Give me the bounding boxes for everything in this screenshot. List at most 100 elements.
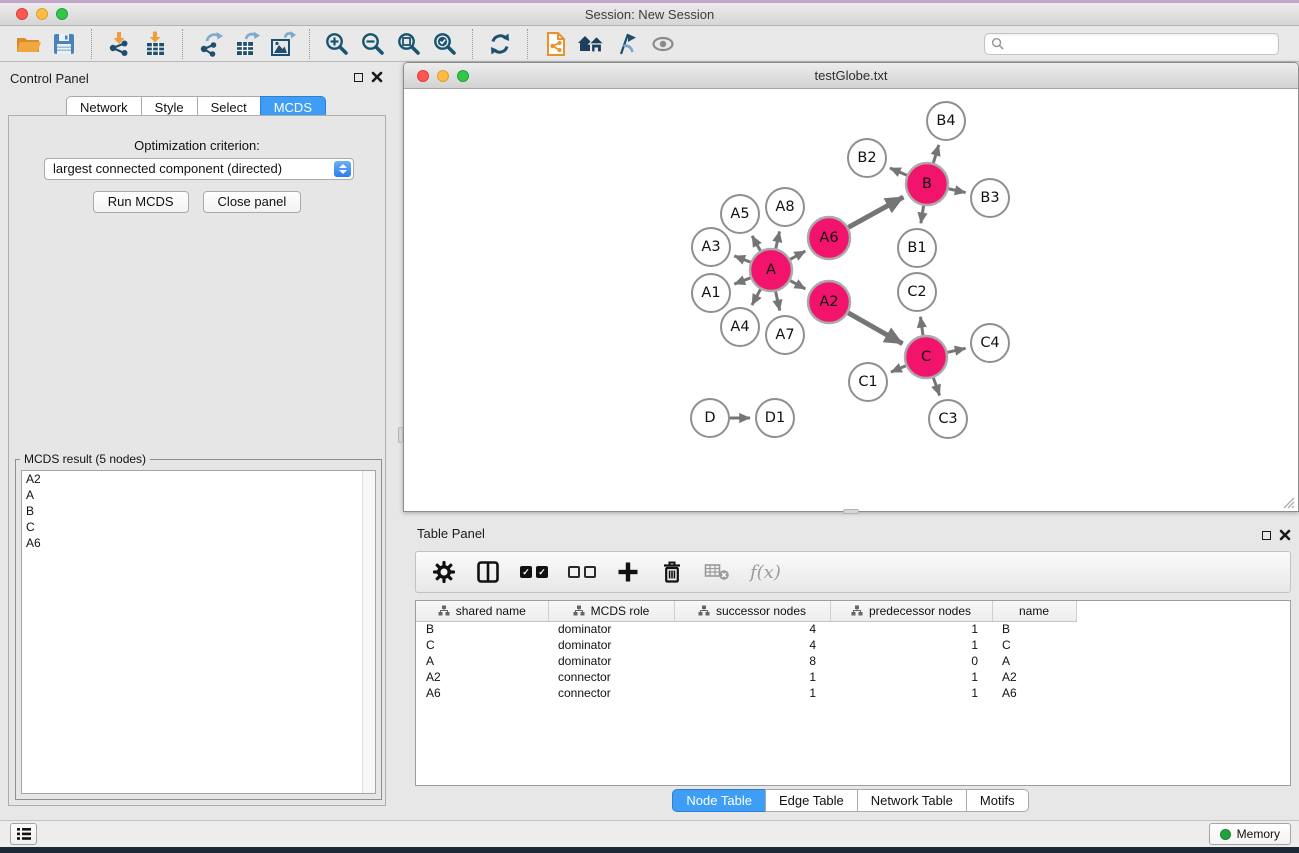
tab-network-table[interactable]: Network Table (857, 789, 967, 812)
export-image-icon[interactable] (264, 28, 300, 60)
node-C[interactable]: C (905, 336, 947, 378)
maximize-window-icon[interactable] (56, 8, 68, 20)
edge-A2-C[interactable] (848, 313, 902, 344)
edge-C-C1[interactable] (891, 366, 906, 372)
edge-B-B1[interactable] (921, 206, 924, 224)
network-pane-bottom-grip[interactable] (843, 509, 859, 514)
result-item-a[interactable]: A (22, 487, 375, 503)
node-A3[interactable]: A3 (692, 228, 730, 266)
apply-layout-icon[interactable] (482, 28, 518, 60)
graphics-details-icon[interactable] (609, 28, 645, 60)
result-item-c[interactable]: C (22, 519, 375, 535)
float-table-panel-icon[interactable] (1262, 531, 1271, 540)
deselect-all-columns-icon[interactable] (568, 559, 596, 585)
tab-motifs[interactable]: Motifs (966, 789, 1029, 812)
node-A1[interactable]: A1 (692, 274, 730, 312)
table-row-a2[interactable]: A2connector11A2 (416, 669, 1290, 685)
edge-B-B4[interactable] (933, 145, 938, 163)
node-A2[interactable]: A2 (808, 281, 850, 323)
search-input[interactable] (1004, 35, 1272, 53)
edge-C-C4[interactable] (947, 348, 965, 352)
table-row-a6[interactable]: A6connector11A6 (416, 685, 1290, 701)
node-B3[interactable]: B3 (971, 179, 1009, 217)
column-header-successor-nodes[interactable]: successor nodes (674, 601, 830, 621)
node-C2[interactable]: C2 (898, 273, 936, 311)
result-list-scrollbar[interactable] (362, 471, 375, 793)
memory-button[interactable]: Memory (1209, 823, 1291, 845)
result-item-b[interactable]: B (22, 503, 375, 519)
node-A8[interactable]: A8 (766, 188, 804, 226)
close-panel-button[interactable]: Close panel (203, 191, 302, 213)
column-header-mcds-role[interactable]: MCDS role (548, 601, 674, 621)
zoom-selected-icon[interactable] (427, 28, 463, 60)
import-table-icon[interactable] (137, 28, 173, 60)
column-header-predecessor-nodes[interactable]: predecessor nodes (830, 601, 992, 621)
import-network-icon[interactable] (101, 28, 137, 60)
node-B2[interactable]: B2 (848, 139, 886, 177)
result-item-a6[interactable]: A6 (22, 535, 375, 551)
edge-A-A4[interactable] (752, 289, 761, 305)
run-mcds-button[interactable]: Run MCDS (93, 191, 189, 213)
zoom-in-icon[interactable] (319, 28, 355, 60)
close-panel-icon[interactable] (371, 71, 383, 83)
float-panel-icon[interactable] (354, 73, 363, 82)
column-header-name[interactable]: name (992, 601, 1076, 621)
open-session-icon[interactable] (10, 28, 46, 60)
table-row-c[interactable]: Cdominator41C (416, 637, 1290, 653)
close-table-panel-icon[interactable] (1279, 529, 1291, 541)
edge-A6-B[interactable] (848, 197, 903, 227)
tab-node-table[interactable]: Node Table (672, 789, 766, 812)
zoom-out-icon[interactable] (355, 28, 391, 60)
node-A4[interactable]: A4 (721, 308, 759, 346)
export-table-icon[interactable] (228, 28, 264, 60)
column-header-shared-name[interactable]: shared name (416, 601, 548, 621)
table-row-b[interactable]: Bdominator41B (416, 621, 1290, 637)
node-C3[interactable]: C3 (929, 400, 967, 438)
table-row-a[interactable]: Adominator80A (416, 653, 1290, 669)
add-column-icon[interactable] (616, 559, 640, 585)
close-window-icon[interactable] (16, 8, 28, 20)
network-pane-left-grip[interactable] (398, 427, 403, 443)
node-B4[interactable]: B4 (927, 102, 965, 140)
home-icon[interactable] (573, 28, 609, 60)
node-D[interactable]: D (691, 399, 729, 437)
edge-A-A1[interactable] (734, 278, 750, 284)
result-item-a2[interactable]: A2 (22, 471, 375, 487)
edge-C-C3[interactable] (933, 378, 939, 396)
node-A5[interactable]: A5 (721, 195, 759, 233)
network-canvas[interactable]: B4B2BB3A8A5A6A3B1AA1C2A2A4A7C4CC1C3DD1 (405, 90, 1297, 511)
edge-C-C2[interactable] (920, 317, 923, 335)
edge-A-A5[interactable] (752, 236, 760, 251)
node-B[interactable]: B (906, 163, 948, 205)
node-C1[interactable]: C1 (849, 363, 887, 401)
zoom-fit-icon[interactable] (391, 28, 427, 60)
network-from-document-icon[interactable] (537, 28, 573, 60)
node-A[interactable]: A (750, 249, 792, 291)
minimize-window-icon[interactable] (36, 8, 48, 20)
maximize-network-window-icon[interactable] (457, 70, 469, 82)
edge-A-A3[interactable] (734, 256, 750, 262)
select-all-columns-icon[interactable]: ✓ ✓ (520, 559, 548, 585)
minimize-network-window-icon[interactable] (437, 70, 449, 82)
search-field[interactable] (984, 33, 1279, 55)
criterion-dropdown[interactable]: largest connected component (directed) (44, 158, 354, 180)
tab-edge-table[interactable]: Edge Table (765, 789, 858, 812)
node-A6[interactable]: A6 (808, 217, 850, 259)
window-resize-grip[interactable] (1281, 495, 1295, 509)
function-builder-icon[interactable]: f(x) (750, 559, 781, 585)
edge-A-A7[interactable] (776, 292, 780, 311)
edge-A-A6[interactable] (790, 251, 805, 259)
node-B1[interactable]: B1 (898, 229, 936, 267)
column-layout-icon[interactable] (476, 559, 500, 585)
task-history-button[interactable] (10, 823, 37, 845)
delete-table-icon[interactable] (704, 559, 730, 585)
settings-gear-icon[interactable] (432, 559, 456, 585)
node-A7[interactable]: A7 (766, 316, 804, 354)
edge-B-B2[interactable] (890, 168, 907, 175)
network-window-titlebar[interactable]: testGlobe.txt (404, 63, 1298, 89)
export-network-icon[interactable] (192, 28, 228, 60)
edge-B-B3[interactable] (948, 189, 965, 193)
save-session-icon[interactable] (46, 28, 82, 60)
delete-column-icon[interactable] (660, 559, 684, 585)
show-hide-details-eye-icon[interactable] (645, 28, 681, 60)
